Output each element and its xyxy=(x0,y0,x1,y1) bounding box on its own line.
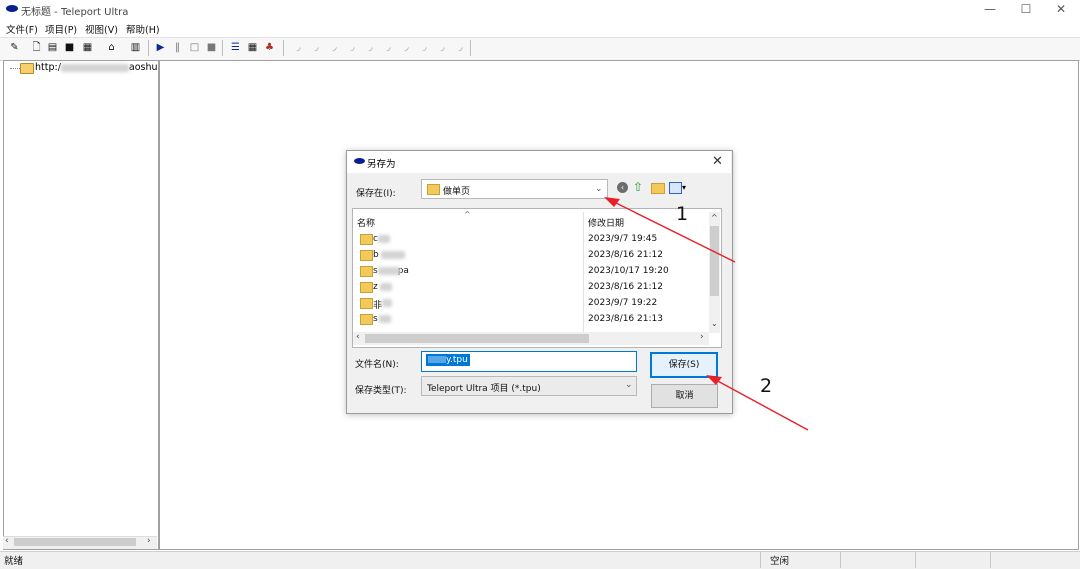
annotation-arrow-1-line xyxy=(611,200,736,263)
annotation-arrow-1-head xyxy=(604,197,620,207)
annotation-arrow-2-head xyxy=(706,375,722,385)
annotation-layer xyxy=(604,197,809,431)
annotation-number-1: 1 xyxy=(676,203,689,225)
annotation-number-2: 2 xyxy=(760,375,773,397)
